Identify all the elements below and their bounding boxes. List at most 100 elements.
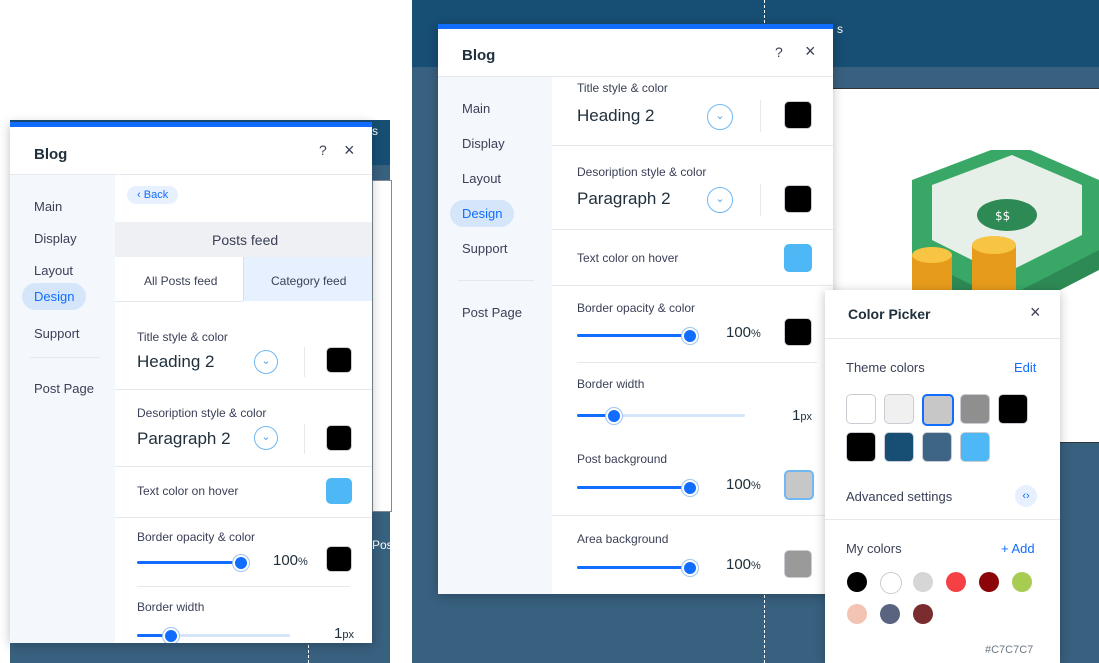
nav-item-main[interactable]: Main [450,95,502,122]
border-width-label: Border width [137,600,205,614]
border-width-slider[interactable] [137,628,290,643]
theme-color-swatch[interactable] [922,394,954,426]
my-color-swatch[interactable] [880,572,902,594]
description-style-separator [760,184,761,216]
theme-color-swatch[interactable] [884,432,914,462]
row-divider-2 [552,229,833,230]
nav-item-design[interactable]: Design [22,283,87,310]
nav-divider [30,357,100,358]
my-color-swatch[interactable] [880,604,900,624]
border-opacity-slider-fill [137,561,241,564]
color-picker-popup: Color Picker × Theme colors Edit Advance… [825,290,1060,663]
post-background-value[interactable]: 100% [726,476,761,493]
advanced-settings-toggle-icon[interactable]: ‹› [1015,485,1037,507]
theme-colors-label: Theme colors [846,360,925,375]
description-style-value[interactable]: Paragraph 2 [577,189,671,209]
border-opacity-value[interactable]: 100% [273,552,308,569]
left-canvas-behind-text: s [372,124,378,138]
title-style-label: Title style & color [137,330,228,344]
nav-divider [458,280,534,281]
my-color-swatch[interactable] [847,604,867,624]
post-background-slider[interactable] [577,480,698,496]
border-opacity-slider[interactable] [577,328,698,344]
close-button[interactable]: × [344,140,355,161]
border-width-value[interactable]: 1px [792,407,812,424]
hover-color-swatch[interactable] [784,244,812,272]
my-color-swatch[interactable] [979,572,999,592]
help-button[interactable]: ? [319,142,327,158]
panel-title: Blog [462,47,496,64]
nav-item-layout[interactable]: Layout [22,257,85,284]
description-style-dropdown-chevron-icon[interactable]: ⌄ [707,187,733,213]
border-color-swatch[interactable] [784,318,812,346]
description-style-value[interactable]: Paragraph 2 [137,429,231,449]
nav-item-main[interactable]: Main [22,193,74,220]
close-button[interactable]: × [805,41,816,62]
hover-color-label: Text color on hover [577,251,679,265]
title-style-label: Title style & color [577,81,668,95]
border-width-label: Border width [577,377,645,391]
post-background-number: 100 [726,476,752,493]
border-opacity-number: 100 [726,324,752,341]
post-background-swatch[interactable] [784,470,814,500]
my-color-swatch[interactable] [1012,572,1032,592]
title-style-value[interactable]: Heading 2 [137,352,215,372]
percent-unit: % [751,560,761,572]
area-background-slider[interactable] [577,560,698,576]
theme-color-swatch[interactable] [998,394,1028,424]
theme-color-swatch[interactable] [884,394,914,424]
theme-color-swatch[interactable] [960,394,990,424]
title-color-swatch[interactable] [784,101,812,129]
title-color-swatch[interactable] [326,347,352,373]
row-divider-2 [115,466,372,467]
nav-item-support[interactable]: Support [450,235,520,262]
my-color-swatch[interactable] [946,572,966,592]
my-color-swatch[interactable] [847,572,867,592]
nav-item-design[interactable]: Design [450,200,515,227]
theme-color-swatch[interactable] [846,432,876,462]
title-style-separator [304,347,305,377]
border-width-slider-handle[interactable] [162,628,179,643]
nav-item-post-page[interactable]: Post Page [450,299,534,326]
border-color-swatch[interactable] [326,546,352,572]
description-color-swatch[interactable] [326,425,352,451]
description-color-swatch[interactable] [784,185,812,213]
area-background-slider-fill [577,566,690,569]
theme-color-swatch[interactable] [960,432,990,462]
title-style-dropdown-chevron-icon[interactable]: ⌄ [254,350,278,374]
tab-category-label: Category feed [271,274,347,288]
add-color-button[interactable]: + Add [1001,541,1035,556]
row-divider-1 [552,145,833,146]
border-width-value[interactable]: 1px [334,625,354,642]
edit-theme-link[interactable]: Edit [1014,360,1036,375]
nav-item-post-page[interactable]: Post Page [22,375,106,402]
my-color-swatch[interactable] [913,604,933,624]
help-button[interactable]: ? [775,44,783,60]
description-style-dropdown-chevron-icon[interactable]: ⌄ [254,426,278,450]
border-opacity-number: 100 [273,552,299,569]
nav-item-display[interactable]: Display [22,225,89,252]
theme-color-swatch[interactable] [846,394,876,424]
nav-item-display[interactable]: Display [450,130,517,157]
post-background-slider-handle[interactable] [682,480,698,496]
close-icon[interactable]: × [1030,302,1041,323]
my-color-swatch[interactable] [913,572,933,592]
border-opacity-value[interactable]: 100% [726,324,761,341]
border-opacity-slider[interactable] [137,555,249,571]
border-opacity-slider-handle[interactable] [682,328,698,344]
area-background-slider-handle[interactable] [682,560,698,576]
theme-color-swatch[interactable] [922,432,952,462]
border-opacity-slider-handle[interactable] [233,555,249,571]
area-background-value[interactable]: 100% [726,556,761,573]
area-background-swatch[interactable] [784,550,812,578]
left-canvas-behind-post-text: Pos [372,538,393,552]
hover-color-swatch[interactable] [326,478,352,504]
area-background-number: 100 [726,556,752,573]
border-width-slider-handle[interactable] [605,408,622,424]
border-width-slider[interactable] [577,408,745,424]
nav-item-layout[interactable]: Layout [450,165,513,192]
title-style-value[interactable]: Heading 2 [577,106,655,126]
back-button[interactable]: ‹ Back [127,186,179,204]
nav-item-support[interactable]: Support [22,320,92,347]
title-style-dropdown-chevron-icon[interactable]: ⌄ [707,104,733,130]
